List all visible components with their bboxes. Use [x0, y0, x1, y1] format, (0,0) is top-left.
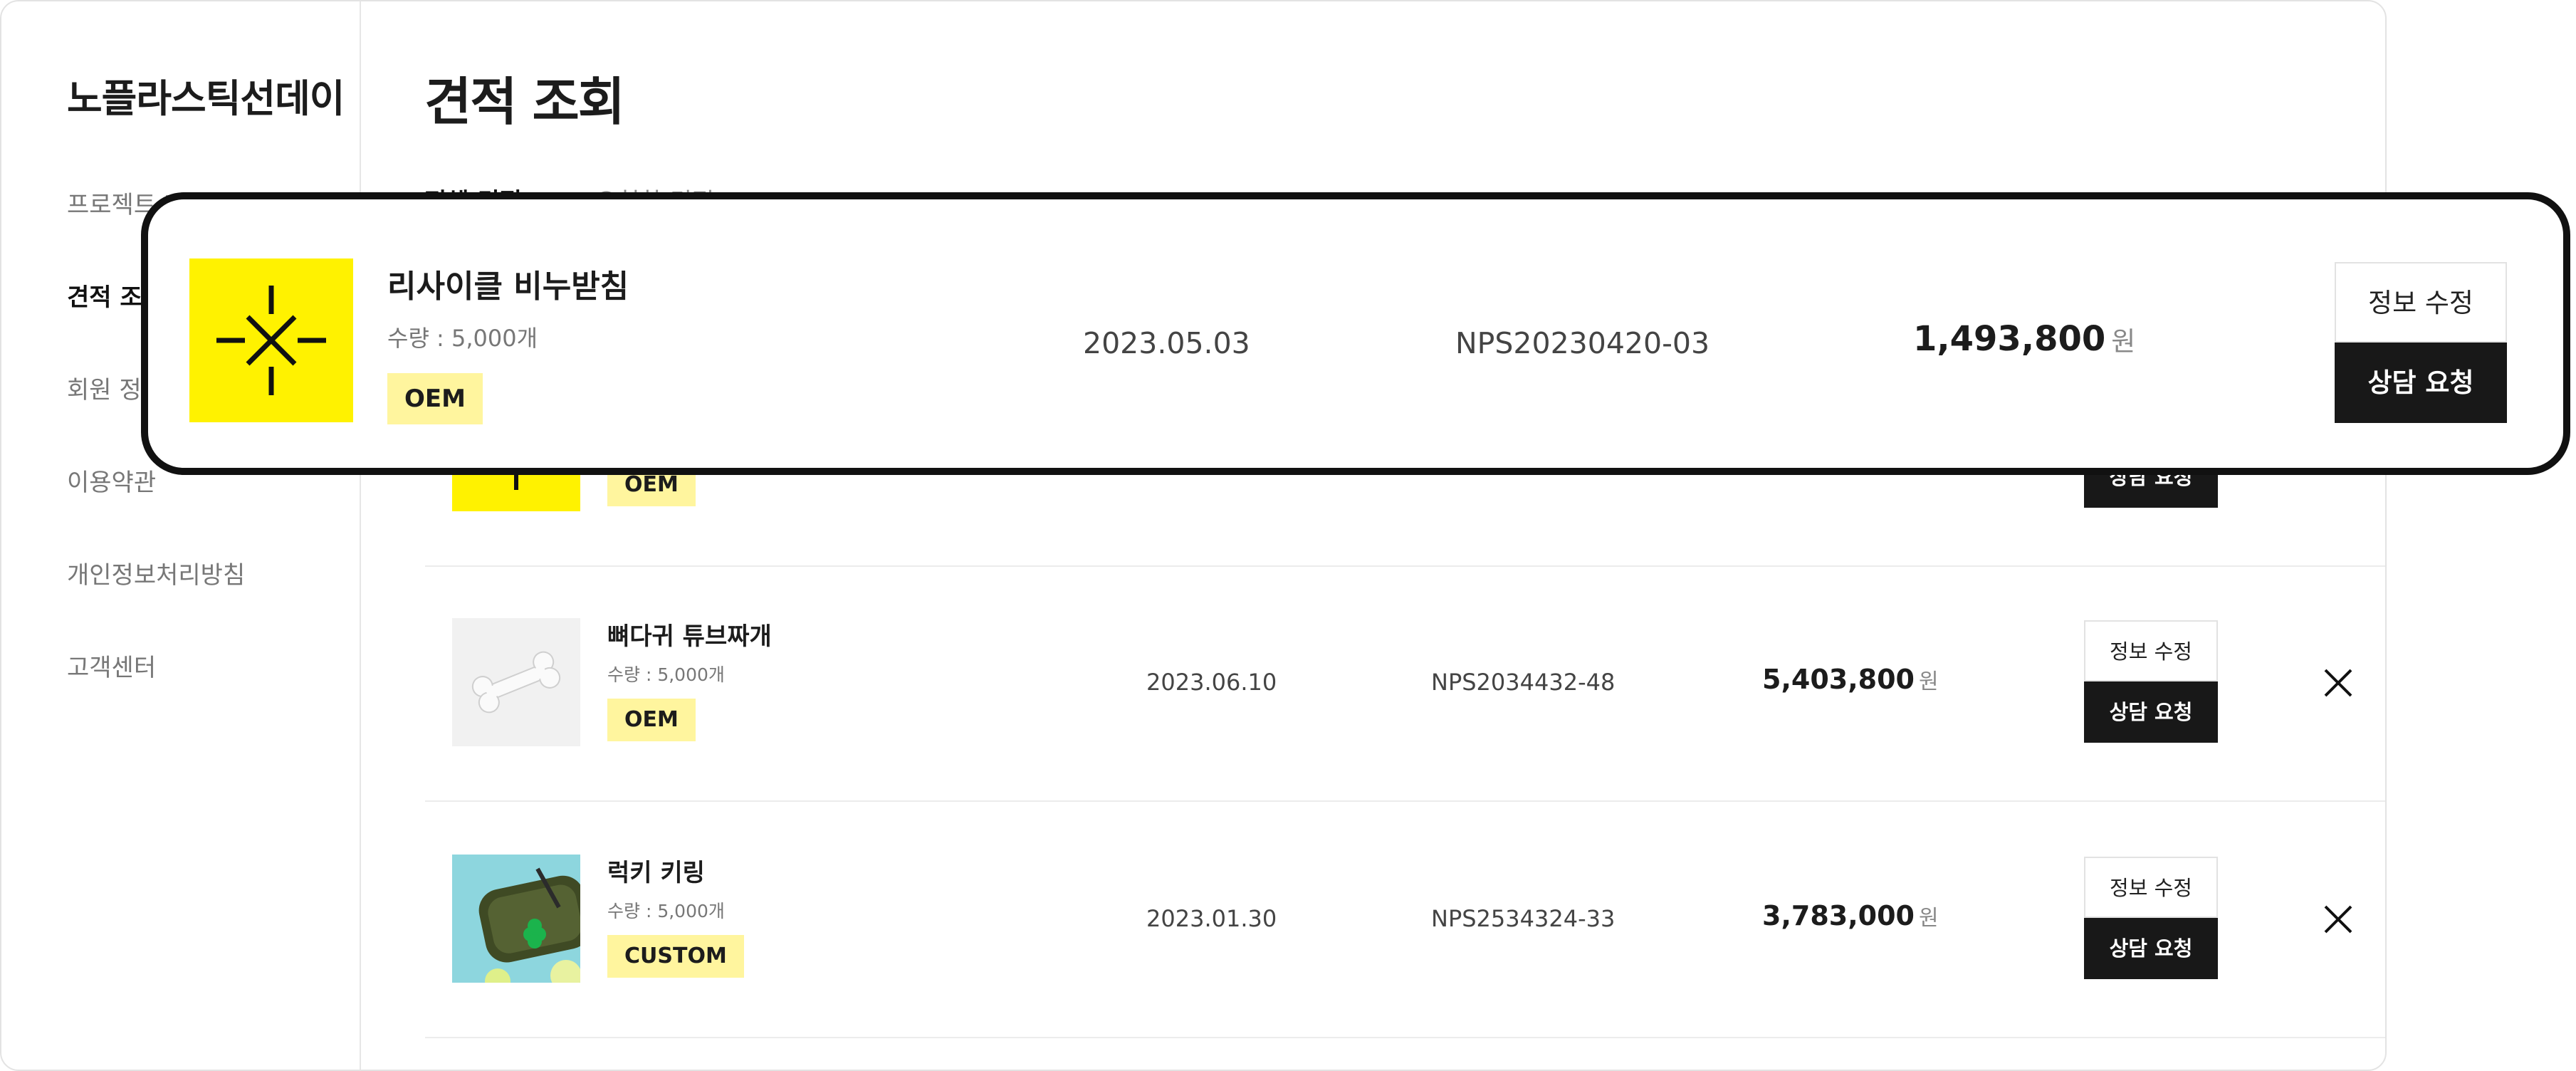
price-value: 5,403,800	[1762, 664, 1915, 695]
highlighted-quote-row: 리사이클 비누받침 수량 : 5,000개 OEM 2023.05.03 NPS…	[141, 192, 2570, 475]
page-title: 견적 조회	[424, 72, 625, 132]
item-name: 리사이클 비누받침	[387, 268, 629, 305]
type-tag: OEM	[607, 699, 696, 741]
type-tag: CUSTOM	[607, 935, 744, 978]
sidebar-item-support[interactable]: 고객센터	[67, 648, 156, 683]
quote-code: NPS2034432-48	[1431, 669, 1616, 696]
keyring-photo	[452, 855, 580, 983]
quote-code: NPS2534324-33	[1431, 905, 1616, 932]
delete-icon[interactable]	[2323, 667, 2354, 699]
page-card: 노플라스틱선데이 프로젝트 내역 조회 견적 조회 회원 정보 이용약관 개인정…	[0, 0, 2387, 1071]
sidebar-item-terms[interactable]: 이용약관	[67, 463, 156, 498]
bone-image	[452, 618, 580, 746]
brand-logo-text[interactable]: 노플라스틱선데이	[67, 67, 345, 123]
price-unit: 원	[1918, 669, 1939, 694]
quote-price: 3,783,000 원	[1762, 900, 1939, 931]
edit-info-button[interactable]: 정보 수정	[2084, 857, 2218, 918]
table-row: 뼈다귀 튜브짜개 수량 : 5,000개 OEM 2023.06.10 NPS2…	[425, 565, 2385, 802]
recycle-star-icon	[189, 258, 353, 422]
consult-request-button[interactable]: 상담 요청	[2084, 681, 2218, 743]
edit-info-button[interactable]: 정보 수정	[2335, 262, 2507, 343]
price-unit: 원	[1918, 906, 1939, 931]
quote-price: 1,493,800 원	[1913, 319, 2135, 359]
quote-code: NPS20230420-03	[1455, 326, 1710, 360]
price-value: 1,493,800	[1913, 319, 2106, 359]
consult-request-button[interactable]: 상담 요청	[2335, 343, 2507, 423]
sidebar-item-privacy[interactable]: 개인정보처리방침	[67, 555, 245, 590]
quote-date: 2023.01.30	[1146, 905, 1277, 932]
sidebar: 노플라스틱선데이 프로젝트 내역 조회 견적 조회 회원 정보 이용약관 개인정…	[1, 1, 361, 1070]
consult-request-button[interactable]: 상담 요청	[2084, 918, 2218, 979]
price-unit: 원	[2111, 326, 2136, 357]
item-name: 뼈다귀 튜브짜개	[607, 622, 772, 651]
item-quantity: 수량 : 5,000개	[607, 664, 725, 685]
item-quantity: 수량 : 5,000개	[607, 901, 725, 921]
item-name: 럭키 키링	[607, 859, 705, 887]
quote-date: 2023.05.03	[1083, 326, 1250, 360]
quote-price: 5,403,800 원	[1762, 664, 1939, 695]
type-tag: OEM	[387, 373, 483, 424]
delete-icon[interactable]	[2323, 904, 2354, 935]
price-value: 3,783,000	[1762, 900, 1915, 931]
quote-date: 2023.06.10	[1146, 669, 1277, 696]
item-quantity: 수량 : 5,000개	[387, 325, 538, 352]
edit-info-button[interactable]: 정보 수정	[2084, 620, 2218, 681]
table-row: 럭키 키링 수량 : 5,000개 CUSTOM 2023.01.30 NPS2…	[425, 802, 2385, 1038]
